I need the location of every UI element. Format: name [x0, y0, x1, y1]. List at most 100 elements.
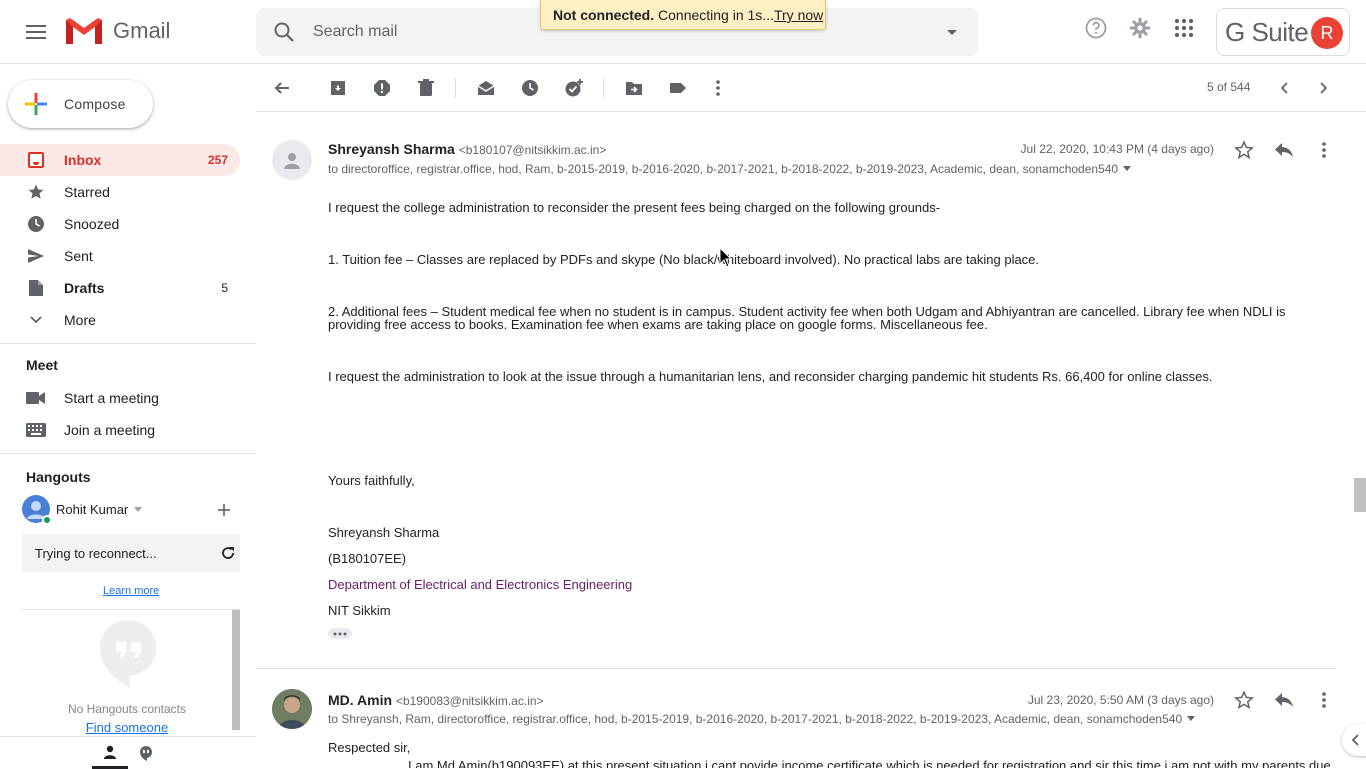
recipients: to Shreyansh, Ram, directoroffice, regis…: [328, 712, 1196, 726]
hangouts-bubble-icon: [98, 618, 158, 688]
meet-title: Meet: [26, 357, 58, 373]
hangouts-user[interactable]: Rohit Kumar: [22, 494, 242, 525]
sidebar-item-snoozed[interactable]: Snoozed: [0, 208, 240, 240]
star-icon: [26, 183, 46, 201]
keyboard-icon: [26, 423, 46, 437]
star-icon[interactable]: [1232, 138, 1256, 162]
help-icon[interactable]: [1084, 16, 1108, 40]
signature-department: Department of Electrical and Electronics…: [328, 577, 633, 592]
sidebar-item-sent[interactable]: Sent: [0, 240, 240, 272]
gsuite-account-button[interactable]: G Suite R: [1216, 8, 1350, 56]
reply-icon[interactable]: [1272, 688, 1296, 712]
join-meeting-label: Join a meeting: [64, 422, 156, 438]
message-date: Jul 23, 2020, 5:50 AM (3 days ago): [1027, 693, 1214, 707]
chat-bubble-icon: [139, 745, 153, 761]
report-spam-icon[interactable]: [370, 76, 394, 100]
sender-avatar[interactable]: [272, 689, 312, 729]
compose-button[interactable]: Compose: [8, 80, 153, 128]
page-scrollbar-thumb[interactable]: [1354, 478, 1366, 512]
more-vert-icon[interactable]: [1312, 688, 1336, 712]
send-icon: [26, 247, 46, 265]
toast-status: Not connected.: [553, 7, 655, 23]
move-to-icon[interactable]: [622, 76, 646, 100]
drafts-count: 5: [221, 281, 228, 295]
no-contacts-text: No Hangouts contacts: [67, 702, 187, 716]
compose-plus-icon: [24, 92, 48, 116]
recipients-text: to directoroffice, registrar.office, hod…: [328, 162, 1119, 176]
pager-text: 5 of 544: [1207, 80, 1251, 94]
clock-icon: [26, 215, 46, 233]
newer-icon[interactable]: [1272, 76, 1296, 100]
start-meeting-item[interactable]: Start a meeting: [26, 386, 159, 410]
delete-icon[interactable]: [414, 76, 438, 100]
refresh-icon[interactable]: [220, 545, 236, 561]
chevron-left-icon: [1352, 734, 1360, 746]
sender-email: <b190083@nitsikkim.ac.in>: [395, 694, 544, 708]
hangouts-contacts-panel: No Hangouts contacts Find someone: [22, 609, 240, 735]
hangouts-title: Hangouts: [26, 469, 91, 485]
show-details-icon[interactable]: [1186, 716, 1196, 722]
more-vert-icon[interactable]: [1312, 138, 1336, 162]
star-icon[interactable]: [1232, 688, 1256, 712]
older-icon[interactable]: [1312, 76, 1336, 100]
try-now-link[interactable]: Try now: [774, 7, 823, 23]
add-task-icon[interactable]: [562, 76, 586, 100]
connection-toast: Not connected. Connecting in 1s...Try no…: [540, 0, 826, 30]
signature-name: Shreyansh Sharma: [328, 525, 440, 540]
main-menu-button[interactable]: [20, 16, 52, 48]
sidebar-item-starred[interactable]: Starred: [0, 176, 240, 208]
body-paragraph: I request the college administration to …: [328, 200, 941, 215]
reply-icon[interactable]: [1272, 138, 1296, 162]
hangouts-tabs: [0, 736, 256, 769]
sidebar-item-label: Drafts: [64, 280, 105, 296]
message-toolbar: 5 of 544: [256, 64, 1366, 112]
menu-icon: [26, 25, 46, 39]
account-avatar[interactable]: R: [1311, 17, 1343, 49]
body-paragraph: I am Md Amin(b190093EE) at this present …: [408, 758, 1331, 768]
gmail-logo: [64, 16, 104, 46]
sidebar-divider: [0, 343, 256, 344]
signature-id: (B180107EE): [328, 551, 407, 566]
search-options-icon[interactable]: [942, 22, 962, 42]
reconnect-text: Trying to reconnect...: [35, 546, 157, 561]
sidebar-item-inbox[interactable]: Inbox 257: [0, 144, 240, 176]
sender[interactable]: MD. Amin <b190083@nitsikkim.ac.in>: [328, 692, 544, 708]
sender[interactable]: Shreyansh Sharma <b180107@nitsikkim.ac.i…: [328, 141, 606, 157]
more-vert-icon[interactable]: [706, 76, 730, 100]
start-meeting-label: Start a meeting: [64, 390, 159, 406]
settings-icon[interactable]: [1128, 16, 1152, 40]
learn-more-link[interactable]: Learn more: [103, 585, 159, 597]
hangouts-scrollbar[interactable]: [232, 610, 240, 730]
gmail-logo-link[interactable]: Gmail: [64, 16, 170, 46]
body-paragraph: Respected sir,: [328, 740, 411, 755]
tab-contacts[interactable]: [92, 737, 128, 769]
apps-icon[interactable]: [1172, 16, 1196, 40]
join-meeting-item[interactable]: Join a meeting: [26, 418, 155, 442]
sidebar-item-label: Sent: [64, 248, 93, 264]
find-someone-link[interactable]: Find someone: [22, 720, 232, 735]
search-icon[interactable]: [272, 20, 296, 44]
sender-avatar[interactable]: [272, 140, 312, 180]
label-icon[interactable]: [666, 76, 690, 100]
show-details-icon[interactable]: [1122, 166, 1132, 172]
archive-icon[interactable]: [326, 76, 350, 100]
chevron-down-icon: [26, 315, 46, 325]
sender-email: <b180107@nitsikkim.ac.in>: [458, 143, 607, 157]
add-contact-icon[interactable]: [214, 500, 234, 520]
back-arrow-icon[interactable]: [270, 76, 294, 100]
message: Shreyansh Sharma <b180107@nitsikkim.ac.i…: [256, 112, 1336, 668]
app-name: Gmail: [113, 18, 171, 43]
sidebar-item-more[interactable]: More: [0, 304, 240, 336]
mouse-cursor-icon: [719, 247, 733, 269]
mark-unread-icon[interactable]: [474, 76, 498, 100]
tab-conversations[interactable]: [128, 737, 164, 769]
toast-message: Connecting in 1s...: [658, 7, 774, 23]
sidebar-item-drafts[interactable]: Drafts 5: [0, 272, 240, 304]
side-panel-toggle[interactable]: [1342, 724, 1366, 756]
snooze-icon[interactable]: [518, 76, 542, 100]
body-paragraph: 1. Tuition fee – Classes are replaced by…: [328, 252, 1040, 267]
reconnect-banner: Trying to reconnect...: [22, 534, 240, 572]
show-trimmed-content-button[interactable]: [328, 628, 352, 639]
sidebar-nav: Inbox 257 Starred Snoozed Sent Drafts 5 …: [0, 144, 256, 336]
signature-institute: NIT Sikkim: [328, 603, 391, 618]
